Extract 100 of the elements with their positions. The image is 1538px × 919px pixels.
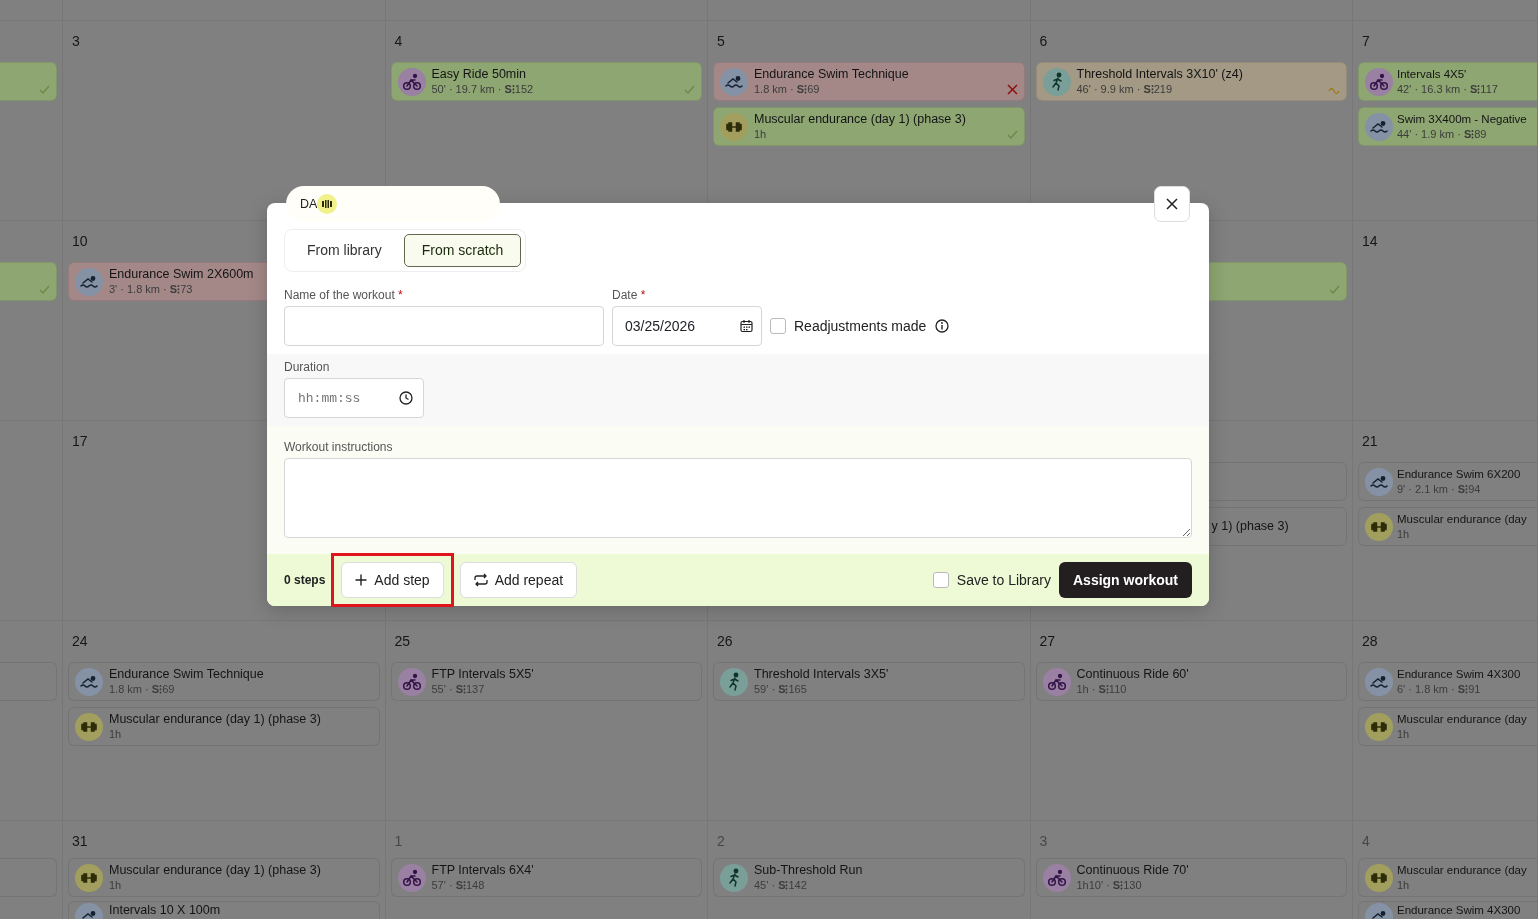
day-number: 3 xyxy=(1039,833,1048,849)
workout-card[interactable]: Muscular endurance (day 1) (phase 3) 1h xyxy=(713,107,1025,146)
clock-icon xyxy=(399,391,413,405)
workout-title: Easy Ride 50min xyxy=(431,67,527,82)
day-number: 27 xyxy=(1039,633,1056,649)
assign-workout-button[interactable]: Assign workout xyxy=(1059,562,1192,598)
duration-field[interactable]: hh:mm:ss xyxy=(284,378,424,418)
workout-title: Endurance Swim 2X600m xyxy=(109,267,254,282)
dumbbell-icon xyxy=(1365,512,1393,541)
athlete-tab[interactable]: DA xyxy=(286,186,500,222)
workout-card[interactable]: Muscular endurance (day 1) (phase 3) 1h xyxy=(68,858,380,897)
workout-stats: 9' · 2.1 km · S⁝94 xyxy=(1397,482,1482,496)
dumbbell-icon xyxy=(1365,712,1393,741)
dumbbell-icon xyxy=(1365,863,1393,892)
workout-stats: 1h xyxy=(109,878,123,892)
workout-card[interactable]: Swim 3X400m - Negative 44' · 1.9 km · S⁝89 xyxy=(1358,107,1537,146)
workout-title: y 1) (phase 3) xyxy=(1211,519,1289,534)
workout-card[interactable]: Muscular endurance (day 1) (phase 3) 1h xyxy=(68,707,380,746)
workout-card[interactable]: Continuous Ride 60' 1h · S⁝110 xyxy=(1035,662,1347,701)
plus-icon xyxy=(355,574,368,586)
swimmer-icon xyxy=(75,267,103,296)
instructions-field[interactable] xyxy=(284,458,1192,538)
add-step-button[interactable]: Add step xyxy=(341,562,444,598)
workout-title: Threshold Intervals 3X5' xyxy=(754,667,889,682)
dumbbell-icon xyxy=(75,863,103,892)
workout-card[interactable]: Intervals 4X5' 42' · 16.3 km · S⁝117 xyxy=(1358,62,1537,101)
date-value: 03/25/2026 xyxy=(624,316,696,336)
bicycle-icon xyxy=(1042,863,1071,892)
repeat-icon xyxy=(473,573,488,587)
workout-stats: 59' · S⁝165 xyxy=(754,682,808,696)
date-field[interactable]: 03/25/2026 xyxy=(612,306,762,346)
workout-stats: 1h xyxy=(1397,527,1411,541)
workout-title: Endurance Swim Technique xyxy=(109,667,264,682)
workout-title: Muscular endurance (day xyxy=(1397,863,1527,878)
workout-stats: 1h xyxy=(109,727,123,741)
day-number: 31 xyxy=(72,833,88,849)
workout-stats: 6' · 1.8 km · S⁝91 xyxy=(1397,682,1482,696)
workout-title: Intervals 4X5' xyxy=(1397,67,1468,82)
workout-title: Muscular endurance (day 1) (phase 3) xyxy=(754,112,966,127)
day-number: 26 xyxy=(717,633,733,649)
source-tab[interactable]: From scratch xyxy=(403,234,522,267)
workout-card[interactable] xyxy=(0,62,57,101)
workout-card[interactable]: Endurance Swim Technique 1.8 km · S⁝69 xyxy=(68,662,380,701)
workout-stats: 46' · 9.9 km · S⁝219 xyxy=(1076,82,1174,96)
workout-stats: 55' · S⁝137 xyxy=(431,682,486,696)
workout-stats: 1.8 km · S⁝69 xyxy=(109,682,176,696)
checkbox[interactable] xyxy=(770,318,786,334)
add-repeat-button[interactable]: Add repeat xyxy=(459,562,578,598)
workout-card[interactable]: Muscular endurance (day 1h xyxy=(1358,507,1537,546)
workout-card[interactable]: Endurance Swim 4X300 6' · 1.8 km · S⁝91 xyxy=(1358,662,1537,701)
day-number: 14 xyxy=(1362,233,1378,249)
workout-card[interactable]: Easy Ride 50min 50' · 19.7 km · S⁝152 xyxy=(390,62,702,101)
info-icon[interactable] xyxy=(935,319,950,333)
bicycle-icon xyxy=(1042,667,1071,696)
day-number: 10 xyxy=(72,233,88,249)
workout-title: Continuous Ride 70' xyxy=(1076,863,1189,878)
workout-stats: 3' · 1.8 km · S⁝73 xyxy=(109,282,194,296)
field-label: Duration xyxy=(284,360,331,375)
workout-title: Endurance Swim 4X300 xyxy=(1397,903,1521,918)
workout-stats: 1h10' · S⁝130 xyxy=(1076,878,1143,892)
workout-card[interactable] xyxy=(0,262,57,301)
workout-card[interactable]: Muscular endurance (day 1h xyxy=(1358,707,1537,746)
close-button[interactable] xyxy=(1154,186,1190,222)
workout-card[interactable]: FTP Intervals 5X5' 55' · S⁝137 xyxy=(390,662,702,701)
workout-title: Sub-Threshold Run xyxy=(754,863,863,878)
workout-stats: 1h · S⁝110 xyxy=(1076,682,1128,696)
workout-card[interactable]: FTP Intervals 6X4' 57' · S⁝148 xyxy=(390,858,702,897)
workout-stats: 50' · 19.7 km · S⁝152 xyxy=(431,82,534,96)
bicycle-icon xyxy=(397,863,426,892)
workout-card[interactable]: Threshold Intervals 3X10' (z4) 46' · 9.9 km · S⁝219 xyxy=(1035,62,1347,101)
workout-stats: 42' · 16.3 km · S⁝117 xyxy=(1397,82,1498,96)
checkbox-label[interactable]: Readjustments made xyxy=(794,315,927,337)
workout-stats: 1h xyxy=(1397,727,1411,741)
workout-stats: 44' · 1.9 km · S⁝89 xyxy=(1397,127,1488,141)
day-number: 4 xyxy=(394,33,403,49)
day-number: 6 xyxy=(1039,33,1048,49)
workout-stats: 1.8 km · S⁝69 xyxy=(754,82,821,96)
day-number: 21 xyxy=(1362,433,1378,449)
day-number: 1 xyxy=(394,833,403,849)
bicycle-icon xyxy=(397,667,426,696)
field-label: Workout instructions xyxy=(284,440,394,455)
workout-title: FTP Intervals 5X5' xyxy=(431,667,534,682)
workout-card[interactable]: Threshold Intervals 3X5' 59' · S⁝165 xyxy=(713,662,1025,701)
bicycle-icon xyxy=(397,67,426,96)
workout-card[interactable]: Endurance Swim 6X200 9' · 2.1 km · S⁝94 xyxy=(1358,462,1537,501)
field-label: Date * xyxy=(612,288,647,303)
workout-card[interactable]: Muscular endurance (day 1h xyxy=(1358,858,1537,897)
workout-card[interactable]: Intervals 10 X 100m xyxy=(68,901,380,919)
workout-card[interactable]: Endurance Swim 4X300 xyxy=(1358,901,1537,919)
name-input[interactable] xyxy=(284,306,604,346)
workout-card[interactable]: Sub-Threshold Run 45' · S⁝142 xyxy=(713,858,1025,897)
workout-stats: 57' · S⁝148 xyxy=(431,878,486,892)
calendar-icon[interactable] xyxy=(740,319,753,333)
workout-card[interactable]: Endurance Swim Technique 1.8 km · S⁝69 xyxy=(713,62,1025,101)
checkbox-label[interactable]: Save to Library xyxy=(956,569,1051,591)
workout-card[interactable]: Continuous Ride 70' 1h10' · S⁝130 xyxy=(1035,858,1347,897)
dumbbell-icon xyxy=(720,112,748,141)
checkbox[interactable] xyxy=(932,572,949,588)
close-icon xyxy=(1166,198,1178,210)
runner-icon xyxy=(720,863,748,892)
